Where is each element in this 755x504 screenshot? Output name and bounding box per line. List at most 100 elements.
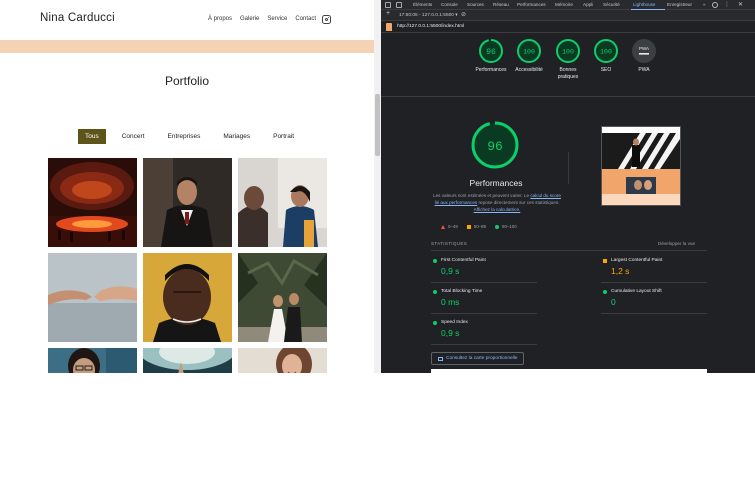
treemap-button-label: Consultez la carte proportionnelle: [446, 356, 518, 361]
performance-main-gauge: 96: [471, 121, 519, 169]
desc-text: repose directement sur ces statistiques.: [478, 199, 560, 205]
metric-value: 0 ms: [441, 297, 460, 307]
close-icon[interactable]: ✕: [738, 1, 743, 8]
metric-name: Speed Index: [441, 320, 468, 325]
devtools-pane: Éléments Console Sources Réseau Performa…: [381, 0, 755, 373]
tab-elements[interactable]: Éléments: [413, 2, 432, 7]
instagram-icon[interactable]: [322, 15, 331, 24]
metric-value: 0: [611, 297, 616, 307]
tab-application[interactable]: Appli: [583, 2, 593, 7]
nav-link-contact[interactable]: Contact: [295, 16, 316, 22]
metric-cls[interactable]: Cumulative Layout Shift 0: [601, 283, 707, 314]
treemap-button[interactable]: Consultez la carte proportionnelle: [431, 352, 525, 365]
circle-icon: [495, 224, 499, 229]
report-url[interactable]: http://127.0.0.1:5500/index.html: [397, 24, 464, 29]
metric-value: 0,9 s: [441, 266, 460, 276]
stats-title: STATISTIQUES: [431, 241, 468, 246]
score-value: 96: [486, 48, 496, 57]
businessman-portrait-photo[interactable]: [143, 158, 232, 247]
tab-network[interactable]: Réseau: [493, 2, 509, 7]
smiling-woman-photo[interactable]: [238, 348, 327, 373]
triangle-icon: [441, 224, 445, 229]
more-tabs-button[interactable]: »: [703, 2, 706, 7]
tab-security[interactable]: Sécurité: [603, 2, 620, 7]
inspect-element-icon[interactable]: [385, 2, 391, 8]
metric-value: 1,2 s: [611, 266, 630, 276]
treemap-icon: [438, 356, 443, 361]
lighthouse-logo-icon: [386, 23, 392, 31]
screen: Nina Carducci À propos Galerie Service C…: [0, 0, 755, 504]
expand-view-toggle[interactable]: Développer la vue: [658, 241, 695, 246]
desc-text: Les valeurs sont estimées et peuvent var…: [433, 193, 530, 198]
man-portrait-photo[interactable]: [143, 253, 232, 342]
vertical-separator: [568, 152, 569, 184]
hands-reaching-photo[interactable]: [48, 253, 137, 342]
square-icon: [466, 224, 471, 229]
score-legend: 0–49 50–89 90–100: [441, 224, 517, 229]
site-logo[interactable]: Nina Carducci: [40, 12, 115, 24]
tab-lighthouse[interactable]: Lighthouse: [633, 2, 655, 7]
portfolio-title: Portfolio: [164, 74, 210, 88]
devtools-tab-bar: Éléments Console Sources Réseau Performa…: [381, 0, 755, 10]
page-screenshot-thumbnail[interactable]: [601, 126, 681, 206]
tab-console[interactable]: Console: [441, 2, 458, 7]
filter-portrait[interactable]: Portrait: [266, 129, 301, 144]
new-report-icon[interactable]: +: [386, 10, 390, 17]
score-pwa[interactable]: PWA PWA: [614, 38, 674, 74]
performance-description: Les valeurs sont estimées et peuvent var…: [433, 193, 561, 214]
device-toolbar-icon[interactable]: [396, 2, 402, 8]
report-selector[interactable]: 17:50:05 - 127.0.0.1:5500 ▾: [399, 13, 458, 18]
site-nav: À propos Galerie Service Contact: [208, 16, 316, 22]
website-scrollbar-thumb[interactable]: [375, 94, 380, 156]
crowd-hands-photo[interactable]: [143, 348, 232, 373]
average-square-icon: [603, 259, 607, 263]
legend-average: 50–89: [466, 224, 486, 229]
tab-memory[interactable]: Mémoire: [555, 2, 573, 7]
nav-link-about[interactable]: À propos: [208, 16, 232, 22]
website-pane: Nina Carducci À propos Galerie Service C…: [0, 0, 374, 373]
tab-recorder[interactable]: Enregistreur: [667, 2, 692, 7]
filter-entreprises[interactable]: Entreprises: [161, 129, 208, 144]
score-value: 100: [562, 49, 574, 56]
filter-mariages[interactable]: Mariages: [216, 129, 257, 144]
concert-hall-photo[interactable]: [48, 158, 137, 247]
metric-speed-index[interactable]: Speed Index 0,9 s: [431, 314, 537, 345]
pass-circle-icon: [433, 321, 437, 325]
gallery-grid: [48, 158, 327, 373]
metric-name: Largest Contentful Paint: [611, 258, 663, 263]
score-value: 100: [600, 49, 612, 56]
lighthouse-toolbar: + 17:50:05 - 127.0.0.1:5500 ▾ ⊘: [381, 10, 755, 21]
metric-name: Cumulative Layout Shift: [611, 289, 662, 294]
legend-poor: 0–49: [441, 224, 458, 229]
score-value: 100: [523, 49, 535, 56]
calculator-link[interactable]: Affichez la calculatrice.: [474, 207, 521, 212]
tab-sources[interactable]: Sources: [467, 2, 484, 7]
metric-value: 0,9 s: [441, 328, 460, 338]
metric-name: Total Blocking Time: [441, 289, 483, 294]
score-label: PWA: [638, 67, 650, 73]
kebab-menu-icon[interactable]: ⋮: [724, 1, 730, 8]
pass-circle-icon: [433, 290, 437, 294]
filter-concert[interactable]: Concert: [115, 129, 152, 144]
metric-fcp[interactable]: First Contentful Paint 0,9 s: [431, 252, 537, 283]
metric-tbt[interactable]: Total Blocking Time 0 ms: [431, 283, 537, 314]
nav-link-gallery[interactable]: Galerie: [240, 16, 259, 22]
women-office-photo[interactable]: [238, 158, 327, 247]
filter-tous[interactable]: Tous: [78, 129, 106, 144]
metric-lcp[interactable]: Largest Contentful Paint 1,2 s: [601, 252, 707, 283]
wedding-couple-photo[interactable]: [238, 253, 327, 342]
gear-icon[interactable]: [712, 2, 718, 8]
section-divider: [381, 96, 755, 97]
pwa-badge-icon: PWA: [632, 39, 656, 63]
website-scrollbar[interactable]: [374, 0, 381, 373]
clear-icon[interactable]: ⊘: [461, 11, 466, 18]
filmstrip-preview: [431, 369, 707, 373]
pass-circle-icon: [603, 290, 607, 294]
woman-glasses-photo[interactable]: [48, 348, 137, 373]
nav-link-service[interactable]: Service: [267, 16, 287, 22]
performance-title: Performances: [469, 178, 523, 188]
pass-circle-icon: [433, 259, 437, 263]
tab-performance[interactable]: Performances: [517, 2, 546, 7]
metric-name: First Contentful Paint: [441, 258, 486, 263]
score-summary: 96 Performances 100 Accessibilité 100 Bo…: [381, 38, 755, 90]
